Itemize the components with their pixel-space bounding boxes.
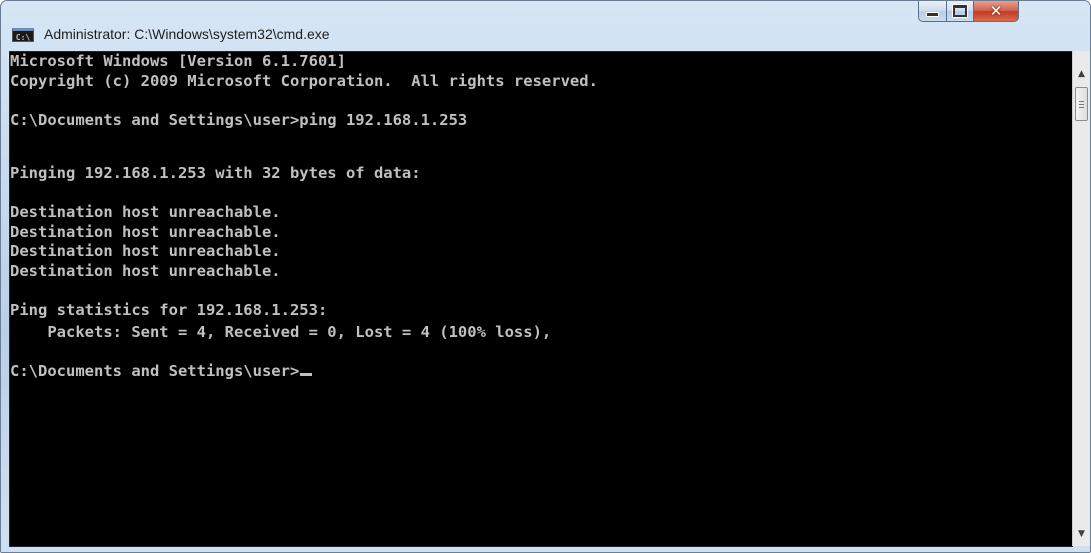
maximize-button[interactable] (946, 1, 974, 22)
prompt-text: C:\Documents and Settings\user> (10, 362, 300, 380)
title-bar[interactable]: C:\ Administrator: C:\Windows\system32\c… (1, 1, 1090, 53)
thumb-grip (1079, 107, 1084, 108)
console-line: Packets: Sent = 4, Received = 0, Lost = … (10, 323, 552, 341)
close-button[interactable]: ✕ (973, 1, 1019, 22)
close-icon: ✕ (989, 2, 1003, 20)
minimize-button[interactable] (918, 1, 947, 22)
scrollbar-thumb[interactable] (1075, 87, 1088, 121)
console-line: Copyright (c) 2009 Microsoft Corporation… (10, 71, 598, 90)
console-line: Microsoft Windows [Version 6.1.7601] (10, 52, 346, 70)
console-line: Destination host unreachable. (10, 242, 281, 260)
window-title: Administrator: C:\Windows\system32\cmd.e… (44, 26, 330, 42)
thumb-grip (1079, 104, 1084, 105)
text-cursor (300, 373, 313, 376)
console-line: C:\Documents and Settings\user>ping 192.… (10, 110, 468, 129)
console-output[interactable]: Microsoft Windows [Version 6.1.7601] Cop… (9, 51, 1073, 547)
console-line: Ping statistics for 192.168.1.253: (10, 300, 328, 319)
maximize-icon (952, 4, 968, 18)
console-text: Microsoft Windows [Version 6.1.7601] Cop… (10, 52, 598, 382)
minimize-icon (926, 12, 939, 17)
console-line: Pinging 192.168.1.253 with 32 bytes of d… (10, 164, 421, 182)
scroll-down-arrow-icon[interactable]: ▼ (1073, 525, 1090, 542)
vertical-scrollbar[interactable]: ▲ ▼ (1072, 51, 1090, 546)
cmd-window: C:\ Administrator: C:\Windows\system32\c… (0, 0, 1091, 553)
prompt-line: C:\Documents and Settings\user> (10, 362, 598, 382)
cmd-icon[interactable]: C:\ (12, 28, 34, 42)
console-line: Destination host unreachable. (10, 222, 281, 241)
console-line: Destination host unreachable. (10, 203, 281, 221)
thumb-grip (1079, 101, 1084, 102)
console-line: Destination host unreachable. (10, 261, 281, 280)
scroll-up-arrow-icon[interactable]: ▲ (1073, 65, 1090, 82)
